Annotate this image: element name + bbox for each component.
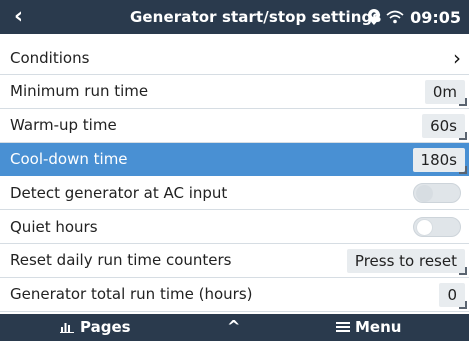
- pages-label: Pages: [80, 318, 131, 336]
- row-warm-up-time[interactable]: Warm-up time 60s: [0, 109, 469, 143]
- cool-down-time-value[interactable]: 180s: [412, 147, 468, 174]
- row-total-run-time[interactable]: Generator total run time (hours) 0: [0, 278, 469, 312]
- switch-knob: [416, 185, 433, 203]
- row-label: Quiet hours: [10, 217, 98, 236]
- clock-time: 09:05: [410, 7, 461, 27]
- row-cool-down-time[interactable]: Cool-down time 180s: [0, 142, 469, 177]
- total-run-time-value: 0: [439, 282, 467, 309]
- quiet-hours-switch[interactable]: [413, 217, 461, 238]
- pages-button[interactable]: Pages: [60, 317, 131, 337]
- row-minimum-run-time[interactable]: Minimum run time 0m: [0, 75, 469, 109]
- row-reset-counters[interactable]: Reset daily run time counters Press to r…: [0, 244, 469, 278]
- switch-knob: [416, 219, 433, 237]
- status-area: 09:05: [368, 6, 461, 28]
- hamburger-icon: [336, 322, 350, 332]
- bar-chart-icon: [60, 323, 74, 333]
- row-label: Conditions: [10, 48, 90, 67]
- header-bar: ‹ Generator start/stop settings 09:05: [0, 0, 469, 34]
- settings-list: Conditions › Minimum run time 0m Warm-up…: [0, 41, 469, 312]
- menu-label: Menu: [355, 318, 402, 336]
- row-label: Cool-down time: [10, 149, 128, 168]
- row-label: Warm-up time: [10, 116, 117, 135]
- minimum-run-time-value[interactable]: 0m: [424, 80, 468, 106]
- row-label: Detect generator at AC input: [10, 183, 228, 202]
- wifi-icon: [386, 10, 404, 24]
- row-quiet-hours[interactable]: Quiet hours: [0, 210, 469, 244]
- back-chevron-icon[interactable]: ‹: [14, 3, 23, 31]
- row-detect-generator[interactable]: Detect generator at AC input: [0, 176, 469, 211]
- chevron-up-icon[interactable]: ^: [227, 316, 240, 338]
- row-conditions[interactable]: Conditions ›: [0, 41, 469, 75]
- row-label: Generator total run time (hours): [10, 285, 253, 304]
- chevron-right-icon: ›: [453, 46, 461, 70]
- detect-generator-switch[interactable]: [413, 183, 461, 204]
- page-title: Generator start/stop settings: [130, 8, 382, 26]
- location-pin-icon: [368, 9, 381, 25]
- warm-up-time-value[interactable]: 60s: [422, 113, 467, 140]
- menu-button[interactable]: Menu: [336, 317, 401, 337]
- footer-bar: Pages ^ Menu: [0, 314, 469, 341]
- row-label: Minimum run time: [10, 82, 149, 101]
- press-to-reset-button[interactable]: Press to reset: [346, 248, 468, 275]
